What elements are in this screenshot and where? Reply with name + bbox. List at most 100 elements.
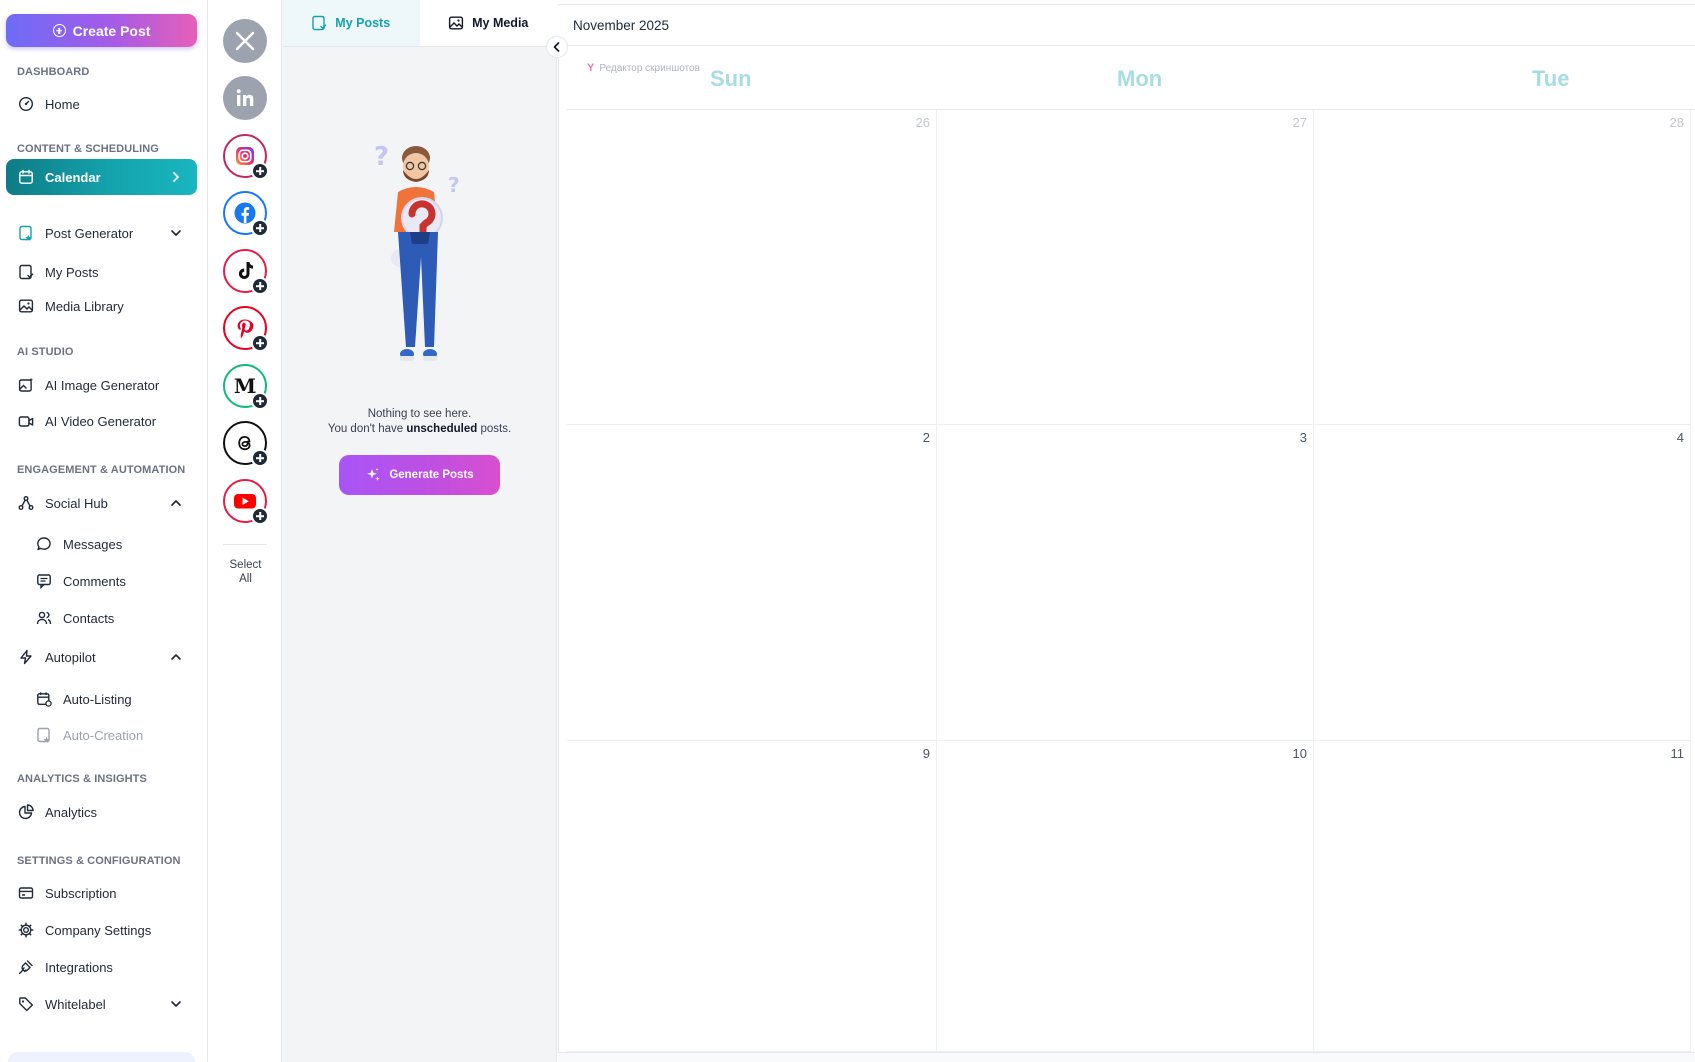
social-account-pinterest[interactable] [223,306,269,352]
calendar-day-cell[interactable]: 2 [567,425,937,741]
add-account-badge[interactable] [251,392,269,410]
day-number: 11 [1670,746,1685,761]
sidebar-item-autopilot[interactable]: Autopilot [6,642,197,672]
calendar-grid: Y Редактор скриншотов Sun Mon Tue 26 27 2… [558,54,1695,1054]
app-root: Create Post DASHBOARD Home CONTENT & SCH… [0,0,1695,1062]
social-account-threads[interactable] [223,421,269,467]
chevron-up-icon [171,654,181,660]
posts-tabs: My Posts My Media [282,0,557,47]
add-account-badge[interactable] [251,507,269,525]
sidebar-item-contacts[interactable]: Contacts [24,603,197,633]
sidebar-item-home[interactable]: Home [6,89,197,119]
sidebar-item-ai-image[interactable]: AI Image Generator [6,370,197,400]
sidebar-item-label: Company Settings [45,922,152,938]
add-account-badge[interactable] [251,162,269,180]
auto-creation-icon [35,726,53,744]
calendar-day-cell[interactable]: 10 [937,741,1314,1052]
sidebar-item-company-settings[interactable]: Company Settings [6,915,197,945]
sidebar-item-label: Media Library [45,298,124,314]
dow-mon: Mon [1117,66,1163,91]
calendar-footer [558,1052,1695,1062]
chevron-down-icon [171,1001,181,1007]
calendar-header: November 2025 [558,4,1695,46]
tab-my-media[interactable]: My Media [420,0,558,46]
social-account-x[interactable] [223,19,267,63]
generate-posts-button[interactable]: Generate Posts [339,455,500,495]
sidebar-item-whitelabel[interactable]: Whitelabel [6,989,197,1019]
calendar-day-cell[interactable]: 26 [567,110,937,425]
add-account-badge[interactable] [251,219,269,237]
sidebar-item-label: My Posts [45,264,99,280]
watermark: Y Редактор скриншотов [587,62,700,74]
sidebar-item-my-posts[interactable]: My Posts [6,257,197,287]
social-account-youtube[interactable] [223,479,269,525]
video-camera-icon [17,412,35,430]
add-account-badge[interactable] [251,334,269,352]
social-account-linkedin[interactable] [223,76,267,120]
social-account-tiktok[interactable] [223,249,269,295]
sidebar-item-label: Post Generator [45,225,134,241]
social-accounts-column: M. Select All [209,0,282,1062]
add-account-badge[interactable] [251,449,269,467]
calendar-day-cell[interactable]: 27 [937,110,1314,425]
sidebar: Create Post DASHBOARD Home CONTENT & SCH… [0,0,208,1062]
social-account-facebook[interactable] [223,191,269,237]
chevron-up-icon [171,500,181,506]
day-number: 9 [922,746,930,761]
sidebar-item-label: Social Hub [45,495,108,511]
ai-image-icon [17,376,35,394]
divider [223,544,267,545]
create-post-button[interactable]: Create Post [6,14,197,47]
calendar-day-cell[interactable]: 4 [1314,425,1691,741]
sidebar-item-media-library[interactable]: Media Library [6,291,197,321]
plug-icon [17,958,35,976]
sidebar-item-comments[interactable]: Comments [24,566,197,596]
screenshot-editor-icon: Y [587,62,595,74]
users-icon [35,609,53,627]
sidebar-item-post-generator[interactable]: Post Generator [6,218,197,248]
section-settings: SETTINGS & CONFIGURATION [17,855,181,867]
add-account-badge[interactable] [251,277,269,295]
calendar-day-cell[interactable]: 28 [1314,110,1691,425]
calendar-day-cell[interactable]: 3 [937,425,1314,741]
post-generator-icon [17,224,35,242]
section-ai-studio: AI STUDIO [17,346,74,358]
sidebar-item-label: Contacts [63,610,115,626]
calendar-day-cell[interactable]: 11 [1314,741,1691,1052]
sidebar-item-analytics[interactable]: Analytics [6,797,197,827]
sidebar-item-auto-creation[interactable]: Auto-Creation [24,720,197,750]
sidebar-bottom-card[interactable] [8,1052,195,1062]
social-account-medium[interactable]: M. [223,364,269,410]
sidebar-item-messages[interactable]: Messages [24,529,197,559]
calendar-day-cell[interactable]: 9 [567,741,937,1052]
section-analytics: ANALYTICS & INSIGHTS [17,773,147,785]
day-number: 4 [1676,430,1684,445]
sidebar-item-label: Integrations [45,959,113,975]
section-content: CONTENT & SCHEDULING [17,143,159,155]
sidebar-item-calendar[interactable]: Calendar [6,159,197,195]
sidebar-item-social-hub[interactable]: Social Hub [6,488,197,518]
empty-state-line-2: You don't have unscheduled posts. [327,423,512,435]
sidebar-item-ai-video[interactable]: AI Video Generator [6,406,197,436]
sidebar-item-label: Subscription [45,885,117,901]
comment-icon [35,572,53,590]
month-title: November 2025 [573,17,670,33]
day-number: 26 [915,115,930,130]
linkedin-icon [236,89,254,106]
calendar-clock-icon [35,690,53,708]
sidebar-item-integrations[interactable]: Integrations [6,952,197,982]
select-all-button[interactable]: Select All [209,558,282,586]
sidebar-item-label: Autopilot [45,649,96,665]
social-account-instagram[interactable] [223,134,269,180]
hub-network-icon [17,494,35,512]
sidebar-item-subscription[interactable]: Subscription [6,878,197,908]
message-bubble-icon [35,535,53,553]
sidebar-item-label: AI Video Generator [45,413,157,429]
sidebar-item-auto-listing[interactable]: Auto-Listing [24,684,197,714]
image-icon [449,16,464,30]
collapse-panel-button[interactable] [546,36,568,58]
tag-icon [17,995,35,1013]
tab-my-posts[interactable]: My Posts [282,0,420,46]
plus-circle-icon [52,24,66,37]
confused-person-illustration: ? ? [374,142,460,361]
